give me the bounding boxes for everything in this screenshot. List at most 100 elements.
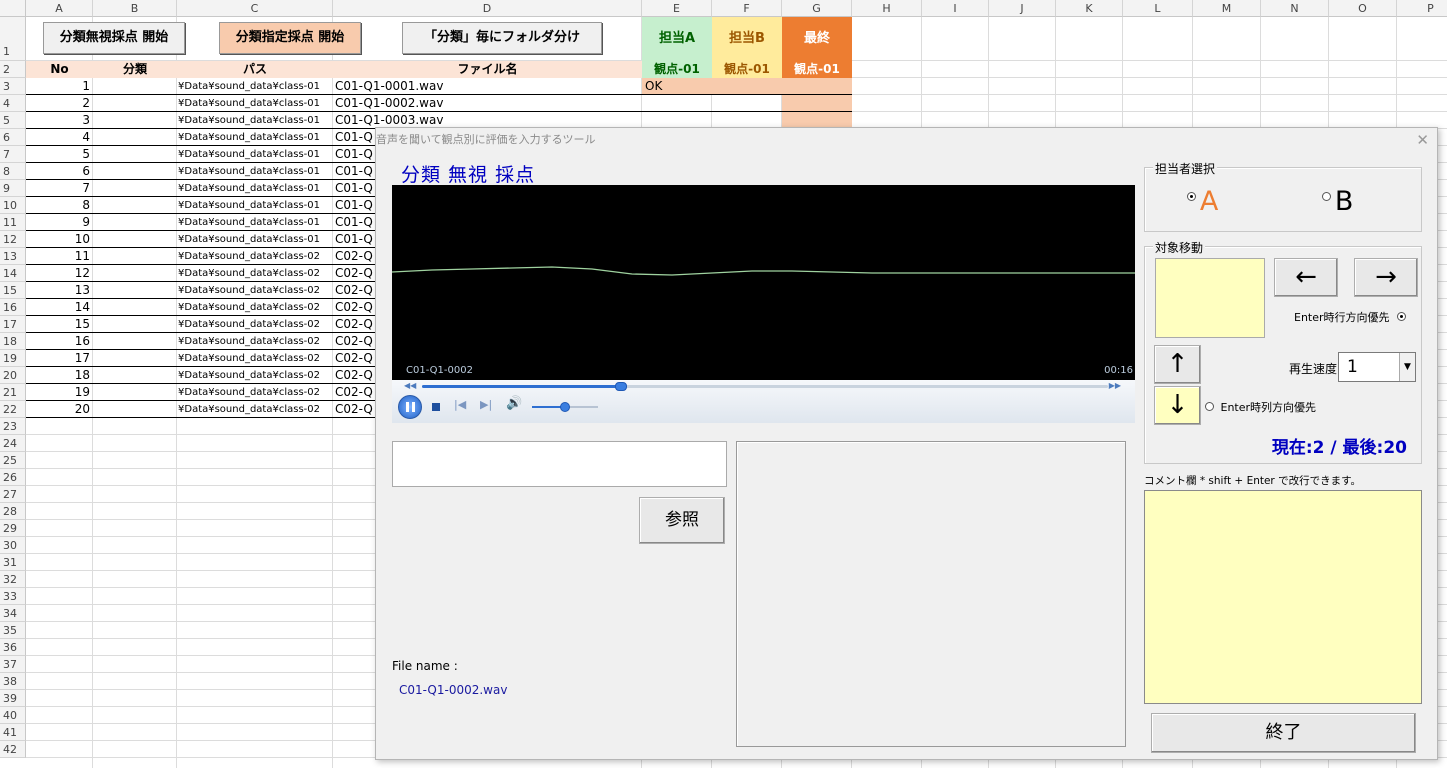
no-cell[interactable]: 3 (26, 112, 93, 129)
path-cell[interactable]: ¥Data¥sound_data¥class-01 (178, 214, 334, 231)
row-header[interactable]: 42 (0, 741, 26, 758)
filename-cell[interactable]: C01-Q1-0001.wav (335, 78, 644, 95)
no-cell[interactable]: 12 (26, 265, 93, 282)
close-icon[interactable]: ✕ (1416, 131, 1429, 149)
right-arrow-button[interactable]: → (1354, 258, 1418, 297)
row-header[interactable]: 6 (0, 129, 26, 146)
no-cell[interactable]: 17 (26, 350, 93, 367)
no-cell[interactable]: 13 (26, 282, 93, 299)
exit-button[interactable]: 終了 (1151, 713, 1416, 753)
path-cell[interactable]: ¥Data¥sound_data¥class-01 (178, 180, 334, 197)
row-header[interactable]: 27 (0, 486, 26, 503)
row-header[interactable]: 25 (0, 452, 26, 469)
no-cell[interactable]: 20 (26, 401, 93, 418)
rater-b-cell[interactable] (712, 78, 782, 95)
row-header[interactable]: 9 (0, 180, 26, 197)
row-header[interactable]: 2 (0, 61, 26, 78)
row-header[interactable]: 11 (0, 214, 26, 231)
seek-bar[interactable] (422, 382, 1108, 391)
rater-a-cell[interactable] (642, 95, 712, 112)
previous-icon[interactable]: |◀ (454, 398, 466, 411)
no-cell[interactable]: 14 (26, 299, 93, 316)
no-cell[interactable]: 19 (26, 384, 93, 401)
no-cell[interactable]: 7 (26, 180, 93, 197)
row-header[interactable]: 17 (0, 316, 26, 333)
rater-a-radio[interactable]: A (1187, 186, 1218, 217)
no-cell[interactable]: 6 (26, 163, 93, 180)
no-cell[interactable]: 11 (26, 248, 93, 265)
rater-a-cell[interactable]: OK (642, 78, 712, 95)
path-cell[interactable]: ¥Data¥sound_data¥class-01 (178, 129, 334, 146)
up-arrow-button[interactable]: ↑ (1154, 345, 1201, 384)
rater-b-radio[interactable]: B (1322, 186, 1353, 217)
select-all-corner[interactable] (0, 0, 26, 17)
ignore-category-scoring-button[interactable]: 分類無視採点 開始 (43, 22, 185, 54)
no-cell[interactable]: 16 (26, 333, 93, 350)
row-header[interactable]: 1 (0, 17, 26, 61)
column-header[interactable]: E (642, 0, 712, 17)
column-header[interactable]: F (712, 0, 782, 17)
path-cell[interactable]: ¥Data¥sound_data¥class-02 (178, 333, 334, 350)
column-header[interactable]: K (1056, 0, 1123, 17)
row-header[interactable]: 34 (0, 605, 26, 622)
column-header[interactable]: C (177, 0, 333, 17)
comment-textarea[interactable] (1144, 490, 1422, 704)
row-header[interactable]: 28 (0, 503, 26, 520)
path-cell[interactable]: ¥Data¥sound_data¥class-02 (178, 282, 334, 299)
row-header[interactable]: 26 (0, 469, 26, 486)
row-header[interactable]: 8 (0, 163, 26, 180)
row-header[interactable]: 7 (0, 146, 26, 163)
path-cell[interactable]: ¥Data¥sound_data¥class-01 (178, 78, 334, 95)
path-cell[interactable]: ¥Data¥sound_data¥class-02 (178, 265, 334, 282)
row-header[interactable]: 37 (0, 656, 26, 673)
row-header[interactable]: 16 (0, 299, 26, 316)
row-header[interactable]: 3 (0, 78, 26, 95)
enter-row-option[interactable]: Enter時行方向優先 (1294, 309, 1407, 325)
column-header[interactable]: B (93, 0, 177, 17)
path-cell[interactable]: ¥Data¥sound_data¥class-01 (178, 231, 334, 248)
specified-category-scoring-button[interactable]: 分類指定採点 開始 (219, 22, 361, 54)
path-cell[interactable]: ¥Data¥sound_data¥class-01 (178, 163, 334, 180)
speed-select[interactable]: 1 ▼ (1338, 352, 1416, 382)
folder-split-button[interactable]: 「分類」毎にフォルダ分け (402, 22, 602, 54)
path-cell[interactable]: ¥Data¥sound_data¥class-02 (178, 384, 334, 401)
row-header[interactable]: 23 (0, 418, 26, 435)
no-cell[interactable]: 5 (26, 146, 93, 163)
path-cell[interactable]: ¥Data¥sound_data¥class-02 (178, 316, 334, 333)
row-header[interactable]: 5 (0, 112, 26, 129)
column-header[interactable]: I (922, 0, 989, 17)
column-header[interactable]: N (1261, 0, 1329, 17)
column-header[interactable]: P (1397, 0, 1447, 17)
column-header[interactable]: D (333, 0, 642, 17)
volume-slider[interactable] (532, 402, 598, 412)
no-cell[interactable]: 4 (26, 129, 93, 146)
browse-button[interactable]: 参照 (639, 497, 725, 544)
row-header[interactable]: 21 (0, 384, 26, 401)
path-cell[interactable]: ¥Data¥sound_data¥class-02 (178, 299, 334, 316)
no-cell[interactable]: 18 (26, 367, 93, 384)
stop-icon[interactable] (432, 403, 440, 411)
path-cell[interactable]: ¥Data¥sound_data¥class-01 (178, 146, 334, 163)
filename-cell[interactable]: C01-Q1-0002.wav (335, 95, 644, 112)
no-cell[interactable]: 2 (26, 95, 93, 112)
path-cell[interactable]: ¥Data¥sound_data¥class-01 (178, 112, 334, 129)
row-header[interactable]: 12 (0, 231, 26, 248)
no-cell[interactable]: 10 (26, 231, 93, 248)
column-header[interactable]: H (852, 0, 922, 17)
row-header[interactable]: 19 (0, 350, 26, 367)
row-header[interactable]: 40 (0, 707, 26, 724)
column-header[interactable]: J (989, 0, 1056, 17)
row-header[interactable]: 36 (0, 639, 26, 656)
row-header[interactable]: 29 (0, 520, 26, 537)
chevron-down-icon[interactable]: ▼ (1399, 353, 1415, 381)
path-cell[interactable]: ¥Data¥sound_data¥class-02 (178, 367, 334, 384)
row-header[interactable]: 14 (0, 265, 26, 282)
seek-thumb[interactable] (614, 382, 627, 391)
pause-icon[interactable] (398, 395, 422, 419)
volume-icon[interactable]: 🔊 (506, 396, 522, 411)
no-cell[interactable]: 8 (26, 197, 93, 214)
no-cell[interactable]: 9 (26, 214, 93, 231)
row-header[interactable]: 35 (0, 622, 26, 639)
row-header[interactable]: 31 (0, 554, 26, 571)
column-header[interactable]: A (26, 0, 93, 17)
